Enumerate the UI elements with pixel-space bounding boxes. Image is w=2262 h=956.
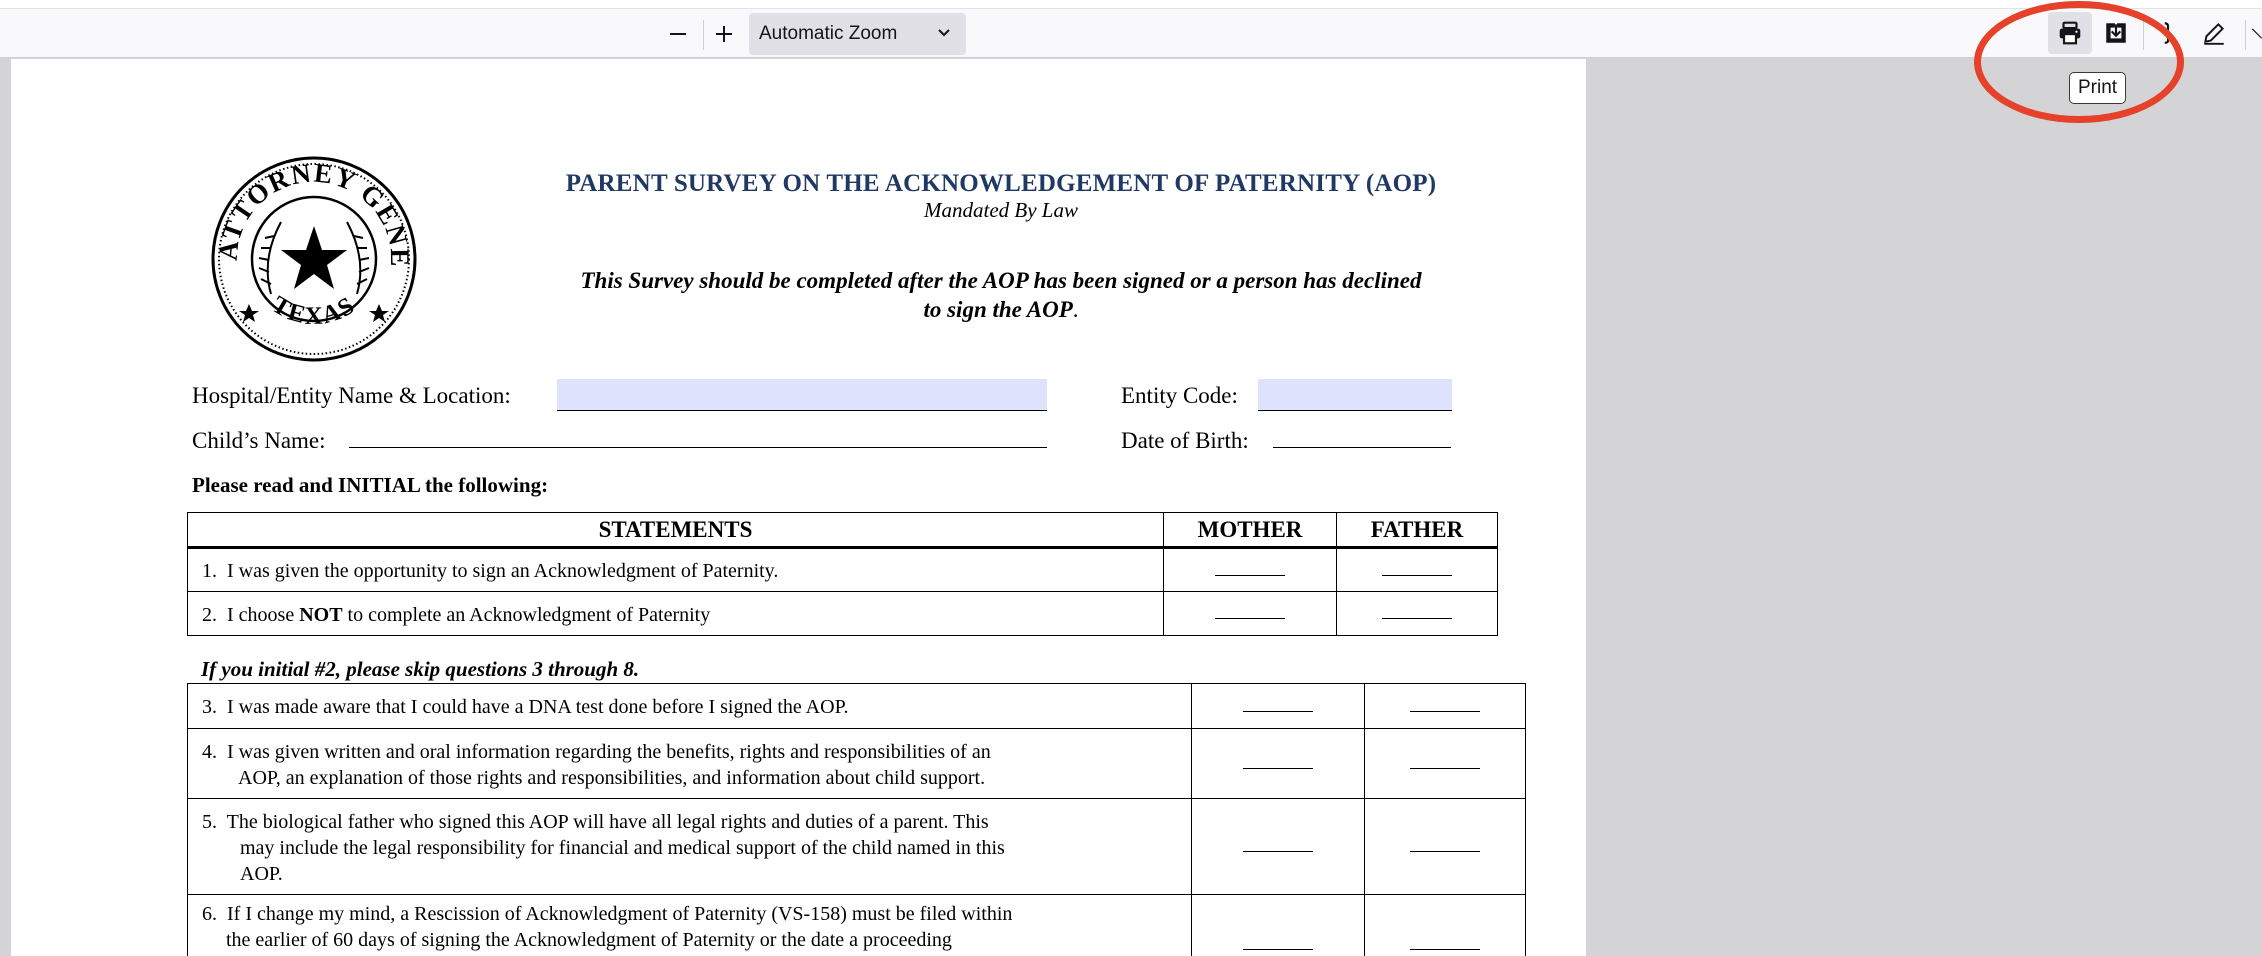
initial-line (1243, 766, 1313, 769)
mother-initial-cell[interactable] (1163, 591, 1337, 636)
pdf-toolbar: Automatic Zoom (0, 0, 2262, 58)
instruction-line-2: to sign the AOP (923, 297, 1073, 322)
zoom-out-icon (670, 33, 686, 35)
zoom-out-button[interactable] (660, 14, 696, 54)
initial-line (1410, 766, 1480, 769)
initial-line (1243, 849, 1313, 852)
toolbar-separator (2245, 20, 2246, 50)
initial-line (1243, 709, 1313, 712)
print-tooltip: Print (2069, 72, 2127, 104)
statement-cell: 5. The biological father who signed this… (187, 798, 1192, 895)
instruction-period: . (1072, 297, 1079, 322)
statement-num: 5. (202, 810, 217, 833)
initial-line (1243, 947, 1313, 950)
statements-table-b: 3. I was made aware that I could have a … (187, 683, 1526, 956)
statement-text-pre: I choose (227, 603, 300, 626)
mother-initial-cell[interactable] (1163, 547, 1337, 592)
statement-text: I was given the opportunity to sign an A… (227, 560, 779, 582)
draw-icon (2204, 22, 2225, 45)
toolbar-separator (703, 20, 704, 50)
read-heading: Please read and INITIAL the following: (192, 473, 549, 497)
zoom-select[interactable]: Automatic Zoom (749, 13, 966, 55)
header-mother: MOTHER (1163, 512, 1337, 548)
statement-num: 1. (202, 560, 217, 582)
mother-initial-cell[interactable] (1191, 798, 1365, 895)
statement-text-cont: the earlier of 60 days of signing the Ac… (226, 929, 952, 951)
initial-line (1410, 709, 1480, 712)
statement-text: If I change my mind, a Rescission of Ack… (227, 903, 1013, 925)
statement-text-bold: NOT (299, 603, 343, 626)
skip-note: If you initial #2, please skip questions… (201, 657, 640, 681)
statement-text: I was made aware that I could have a DNA… (227, 696, 849, 718)
statements-table-a: STATEMENTS MOTHER FATHER 1. I was given … (187, 512, 1498, 636)
header-father: FATHER (1336, 512, 1498, 548)
mother-initial-cell[interactable] (1191, 728, 1365, 799)
statement-cell: 1. I was given the opportunity to sign a… (187, 547, 1164, 592)
statement-cell: 4. I was given written and oral informat… (187, 728, 1192, 799)
document-instruction: This Survey should be completed after th… (521, 266, 1481, 324)
zoom-in-icon (716, 26, 732, 42)
dob-line[interactable] (1273, 447, 1451, 448)
initial-line (1382, 616, 1452, 619)
father-initial-cell[interactable] (1336, 547, 1498, 592)
pdf-page: THE ATTORNEY GENERAL TEXAS PARENT SURVEY… (11, 59, 1586, 956)
zoom-select-value: Automatic Zoom (759, 23, 898, 44)
hospital-input[interactable] (557, 379, 1047, 411)
initial-line (1215, 573, 1285, 576)
toolbar-top-strip (0, 0, 2262, 9)
statement-num: 3. (202, 696, 217, 718)
more-tools-button[interactable] (2250, 12, 2262, 54)
draw-button[interactable] (2192, 12, 2236, 54)
instruction-line-1: This Survey should be completed after th… (580, 268, 1422, 293)
seal-icon: THE ATTORNEY GENERAL TEXAS (209, 154, 417, 362)
statement-cell: 6. If I change my mind, a Rescission of … (187, 894, 1192, 956)
table-row: 2. I choose NOT to complete an Acknowled… (187, 591, 1498, 636)
hospital-label: Hospital/Entity Name & Location: (192, 383, 511, 408)
table-row: 6. If I change my mind, a Rescission of … (187, 894, 1526, 956)
mother-initial-cell[interactable] (1191, 683, 1365, 729)
table-row: 5. The biological father who signed this… (187, 798, 1526, 895)
father-initial-cell[interactable] (1364, 728, 1526, 799)
statement-cell: 3. I was made aware that I could have a … (187, 683, 1192, 729)
initial-line (1410, 849, 1480, 852)
initial-line (1215, 616, 1285, 619)
father-initial-cell[interactable] (1364, 798, 1526, 895)
statement-num: 4. (202, 740, 217, 763)
child-name-line[interactable] (349, 447, 1047, 448)
statement-num: 6. (202, 903, 217, 925)
statement-num: 2. (202, 603, 217, 626)
table-row: 1. I was given the opportunity to sign a… (187, 547, 1498, 592)
entity-code-input[interactable] (1258, 379, 1452, 411)
father-initial-cell[interactable] (1364, 894, 1526, 956)
highlight-ring (1974, 1, 2184, 123)
entity-code-label: Entity Code: (1121, 383, 1238, 408)
statement-text: I was given written and oral information… (227, 740, 991, 763)
header-statements: STATEMENTS (187, 512, 1164, 548)
father-initial-cell[interactable] (1336, 591, 1498, 636)
child-name-label: Child’s Name: (192, 428, 326, 453)
document-subtitle: Mandated By Law (924, 198, 1078, 222)
initial-line (1410, 947, 1480, 950)
statement-text-cont: may include the legal responsibility for… (240, 836, 1005, 859)
mother-initial-cell[interactable] (1191, 894, 1365, 956)
table-row: 4. I was given written and oral informat… (187, 728, 1526, 799)
chevron-down-icon (938, 29, 950, 37)
statement-text-cont: AOP, an explanation of those rights and … (238, 766, 986, 789)
statement-text: The biological father who signed this AO… (226, 810, 989, 833)
table-row: 3. I was made aware that I could have a … (187, 683, 1526, 729)
initial-line (1382, 573, 1452, 576)
zoom-in-button[interactable] (706, 14, 742, 54)
statement-text-cont: AOP. (240, 862, 283, 885)
more-icon (2251, 28, 2262, 39)
statement-text-post: to complete an Acknowledgment of Paterni… (342, 603, 711, 626)
statement-cell: 2. I choose NOT to complete an Acknowled… (187, 591, 1164, 636)
dob-label: Date of Birth: (1121, 428, 1249, 453)
document-title: PARENT SURVEY ON THE ACKNOWLEDGEMENT OF … (565, 170, 1437, 197)
father-initial-cell[interactable] (1364, 683, 1526, 729)
